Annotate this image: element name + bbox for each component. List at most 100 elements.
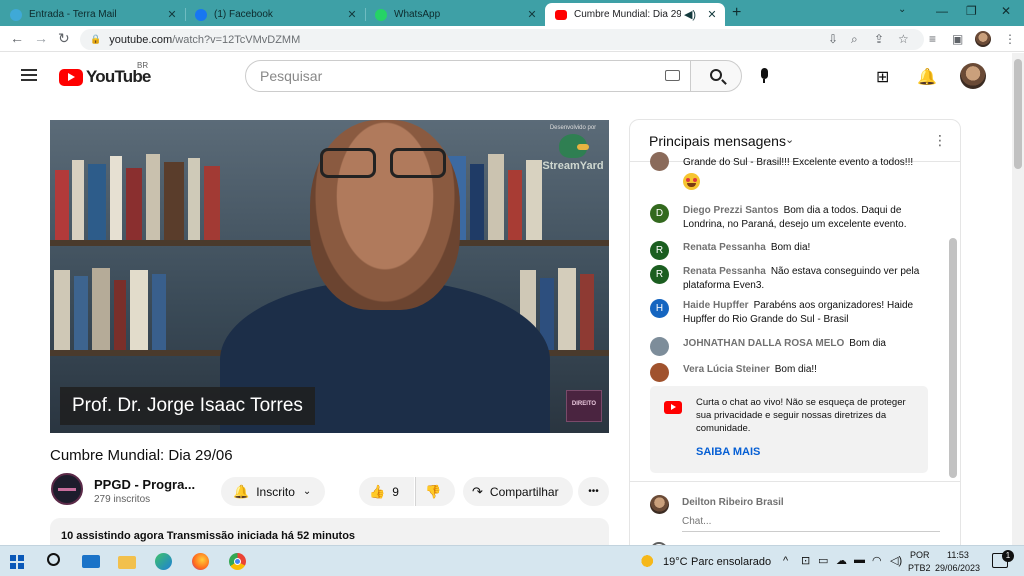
learn-more-link[interactable]: SAIBA MAIS (696, 446, 760, 458)
search-icon (710, 69, 722, 81)
browser-profile-avatar[interactable] (975, 31, 991, 47)
tray-device-icon[interactable]: ⊡ (801, 554, 810, 567)
notifications-bell-icon[interactable]: 🔔 (917, 67, 937, 87)
chat-options-icon[interactable]: ⋮ (933, 132, 947, 149)
tab-whatsapp[interactable]: WhatsApp ✕ (365, 3, 545, 26)
maximize-button[interactable]: ❐ (966, 4, 977, 18)
chat-author[interactable]: Renata Pessanha (683, 242, 766, 253)
zoom-icon[interactable]: ⌕ (851, 32, 858, 47)
keyboard-layout[interactable]: PTB2 (908, 563, 931, 573)
chat-avatar (650, 152, 669, 171)
notification-count-badge: 1 (1002, 550, 1014, 562)
tab-audio-icon[interactable]: ◀) (681, 8, 699, 21)
chat-author[interactable]: JOHNATHAN DALLA ROSA MELO (683, 338, 844, 349)
forward-icon[interactable]: → (34, 30, 48, 46)
share-button[interactable]: ↷ Compartilhar (463, 477, 573, 506)
lock-icon[interactable]: 🔒 (90, 34, 101, 45)
tab-facebook[interactable]: (1) Facebook ✕ (185, 3, 366, 26)
media-control-icon[interactable]: ≡ (929, 32, 936, 46)
tray-cloud-icon[interactable]: ☁ (836, 554, 847, 567)
clock-date[interactable]: 29/06/2023 (935, 563, 980, 573)
chat-message: JOHNATHAN DALLA ROSA MELO Bom dia (650, 337, 938, 356)
chat-user-name: Deilton Ribeiro Brasil (682, 497, 784, 508)
tab-cumbre-mundial[interactable]: Cumbre Mundial: Dia 29/06 ◀) ✕ (545, 3, 725, 26)
tray-volume-icon[interactable]: ◁) (890, 554, 902, 567)
chat-author[interactable]: Diego Prezzi Santos (683, 205, 779, 216)
keyboard-icon[interactable] (665, 70, 680, 81)
back-icon[interactable]: ← (10, 30, 24, 46)
keyboard-language[interactable]: POR (910, 550, 930, 560)
close-tab-icon[interactable]: ✕ (705, 8, 719, 21)
hamburger-menu-icon[interactable] (21, 69, 37, 81)
close-tab-icon[interactable]: ✕ (525, 8, 539, 21)
create-video-icon[interactable]: ⊞ (876, 67, 889, 87)
edge-browser-icon[interactable] (155, 552, 175, 572)
file-explorer-icon[interactable] (118, 552, 138, 572)
page-scrollbar[interactable] (1012, 53, 1024, 545)
minimize-button[interactable]: — (936, 4, 948, 18)
search-input[interactable]: Pesquisar (245, 60, 691, 92)
chat-notice-text: Curta o chat ao vivo! Não se esqueça de … (696, 397, 906, 434)
chat-scrollbar[interactable] (949, 238, 957, 478)
chat-author[interactable]: Renata Pessanha (683, 266, 766, 277)
dislike-button[interactable]: 👎 (415, 477, 455, 506)
thumbs-down-icon: 👎 (425, 483, 442, 499)
chat-input[interactable]: Chat... (682, 514, 940, 532)
chat-author[interactable]: Haide Hupffer (683, 300, 749, 311)
subscribed-button[interactable]: 🔔 Inscrito ⌄ (221, 477, 325, 506)
account-avatar[interactable] (960, 63, 986, 89)
address-bar[interactable]: 🔒 youtube.com/watch?v=12TcVMvDZMM (80, 29, 924, 50)
chrome-browser-icon[interactable] (219, 546, 259, 576)
url-host: youtube.com (109, 33, 173, 46)
new-tab-button[interactable]: + (732, 4, 741, 22)
close-window-button[interactable]: ✕ (1001, 4, 1011, 18)
tab-label: Cumbre Mundial: Dia 29/06 (574, 9, 681, 20)
weather-temperature[interactable]: 19°C (663, 556, 688, 568)
like-count: 9 (392, 484, 399, 499)
browser-menu-icon[interactable]: ⋮ (1004, 32, 1016, 46)
close-tab-icon[interactable]: ✕ (165, 8, 179, 21)
like-button[interactable]: 👍 9 (359, 477, 414, 506)
video-title: Cumbre Mundial: Dia 29/06 (50, 447, 233, 464)
tab-terra-mail[interactable]: Entrada - Terra Mail ✕ (0, 3, 186, 26)
tray-display-icon[interactable]: ▭ (818, 554, 828, 567)
more-actions-button[interactable]: ••• (578, 477, 609, 506)
share-arrow-icon: ↷ (472, 483, 483, 499)
channel-name[interactable]: PPGD - Progra... (94, 477, 195, 492)
weather-description[interactable]: Parc ensolarado (691, 556, 771, 568)
bookmark-star-icon[interactable]: ☆ (898, 32, 909, 46)
windows-start-icon[interactable] (10, 555, 24, 569)
tray-wifi-icon[interactable]: ◠ (872, 554, 882, 567)
subscriber-count: 279 inscritos (94, 494, 151, 505)
overlay-caption: Desenvolvido por (549, 125, 597, 131)
tab-search-icon[interactable]: ⌄ (898, 4, 906, 15)
whatsapp-favicon-icon (375, 8, 387, 21)
firefox-browser-icon[interactable] (192, 552, 212, 572)
voice-search-icon[interactable] (759, 68, 769, 84)
channel-avatar[interactable] (51, 473, 83, 505)
chat-message: Vera Lúcia Steiner Bom dia!! (650, 363, 938, 382)
tab-label: (1) Facebook (214, 9, 273, 20)
tray-expand-icon[interactable]: ^ (783, 555, 788, 567)
search-button[interactable] (690, 60, 742, 92)
side-panel-icon[interactable]: ▣ (952, 32, 963, 46)
clock-time[interactable]: 11:53 (947, 550, 969, 560)
chat-avatar (650, 337, 669, 356)
mail-app-icon[interactable] (82, 552, 102, 572)
chat-message: H Haide Hupffer Parabéns aos organizadore… (650, 299, 938, 327)
chevron-down-icon[interactable]: ⌄ (785, 133, 794, 146)
youtube-logo[interactable]: YouTube BR (59, 61, 151, 87)
tray-battery-icon[interactable]: ▬ (854, 554, 865, 566)
chat-avatar: D (650, 204, 669, 223)
taskbar-search-icon[interactable] (45, 552, 65, 572)
install-app-icon[interactable]: ⇩ (828, 32, 838, 46)
share-icon[interactable]: ⇪ (874, 32, 884, 46)
reload-icon[interactable]: ↻ (58, 30, 70, 47)
chat-avatar: R (650, 241, 669, 260)
chat-author[interactable]: Vera Lúcia Steiner (683, 364, 770, 375)
chat-mode-title[interactable]: Principais mensagens (649, 133, 786, 149)
close-tab-icon[interactable]: ✕ (345, 8, 359, 21)
video-player[interactable]: Desenvolvido por StreamYard Prof. Dr. Jo… (50, 120, 609, 433)
corner-badge-text: DIREITO (571, 401, 597, 407)
chat-notice-box: Curta o chat ao vivo! Não se esqueça de … (650, 386, 928, 473)
